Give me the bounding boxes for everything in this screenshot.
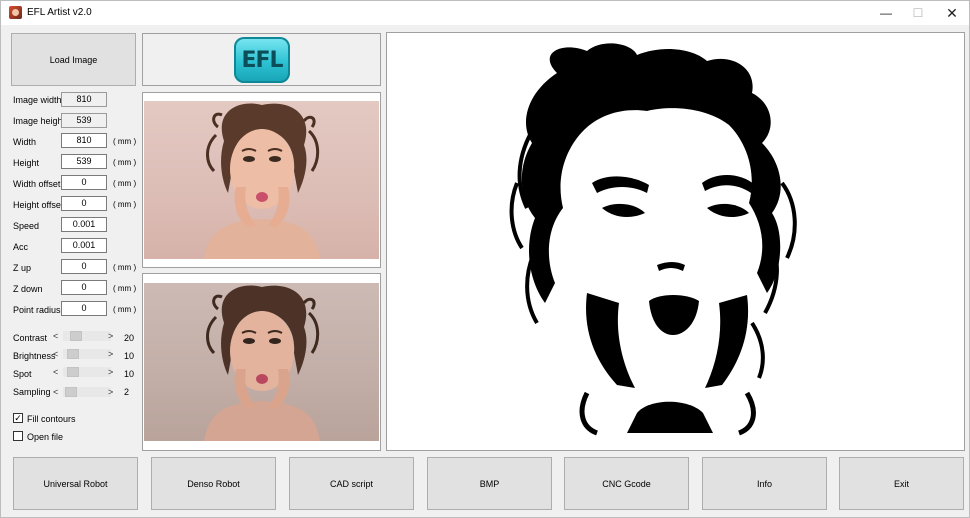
height-input[interactable]: 539	[61, 154, 107, 169]
height-offset-unit: ( mm )	[113, 200, 137, 209]
app-window: EFL Artist v2.0 — ☐ ✕ Load Image Image w…	[0, 0, 970, 518]
processed-image-panel	[142, 273, 381, 451]
height-offset-label: Height offset	[13, 200, 64, 210]
contrast-slider-thumb[interactable]	[70, 331, 82, 341]
spot-label: Spot	[13, 369, 32, 379]
spot-slider-thumb[interactable]	[67, 367, 79, 377]
speed-label: Speed	[13, 221, 40, 231]
contrast-right-arrow-icon[interactable]: >	[108, 331, 113, 341]
brightness-slider-thumb[interactable]	[67, 349, 79, 359]
spot-left-arrow-icon[interactable]: <	[53, 367, 58, 377]
sampling-left-arrow-icon[interactable]: <	[53, 387, 58, 397]
acc-input[interactable]: 0.001	[61, 238, 107, 253]
point-radius-unit: ( mm )	[113, 305, 137, 314]
open-file-label: Open file	[27, 432, 64, 442]
title-bar: EFL Artist v2.0 — ☐ ✕	[1, 1, 969, 25]
minimize-icon[interactable]: —	[869, 1, 903, 25]
contrast-value: 20	[124, 333, 135, 343]
z-up-label: Z up	[13, 263, 32, 273]
load-image-button[interactable]: Load Image	[11, 33, 136, 86]
image-height-label: Image height	[13, 116, 66, 126]
spot-right-arrow-icon[interactable]: >	[108, 367, 113, 377]
logo-panel: EFL	[142, 33, 381, 86]
width-label: Width	[13, 137, 37, 147]
acc-label: Acc	[13, 242, 29, 252]
cnc-gcode-button[interactable]: CNC Gcode	[564, 457, 689, 510]
threshold-preview-canvas	[386, 32, 965, 451]
z-down-unit: ( mm )	[113, 284, 137, 293]
height-offset-input[interactable]: 0	[61, 196, 107, 211]
width-offset-unit: ( mm )	[113, 179, 137, 188]
contrast-label: Contrast	[13, 333, 48, 343]
width-input[interactable]: 810	[61, 133, 107, 148]
speed-input[interactable]: 0.001	[61, 217, 107, 232]
z-up-unit: ( mm )	[113, 263, 137, 272]
cad-script-button[interactable]: CAD script	[289, 457, 414, 510]
close-icon[interactable]: ✕	[935, 1, 969, 25]
efl-logo: EFL	[234, 37, 290, 83]
info-button[interactable]: Info	[702, 457, 827, 510]
height-label: Height	[13, 158, 40, 168]
spot-slider[interactable]	[63, 367, 111, 377]
original-image-panel	[142, 92, 381, 268]
exit-button[interactable]: Exit	[839, 457, 964, 510]
brightness-value: 10	[124, 351, 135, 361]
sampling-slider[interactable]	[63, 387, 111, 397]
sampling-right-arrow-icon[interactable]: >	[108, 387, 113, 397]
maximize-icon[interactable]: ☐	[901, 1, 935, 25]
brightness-label: Brightness	[13, 351, 56, 361]
image-width-field: 810	[61, 92, 107, 107]
fill-contours-label: Fill contours	[27, 414, 76, 424]
app-icon	[9, 6, 22, 19]
brightness-left-arrow-icon[interactable]: <	[53, 349, 58, 359]
image-width-label: Image width	[13, 95, 62, 105]
brightness-slider[interactable]	[63, 349, 111, 359]
width-offset-label: Width offset	[13, 179, 61, 189]
image-height-field: 539	[61, 113, 107, 128]
point-radius-input[interactable]: 0	[61, 301, 107, 316]
open-file-checkbox[interactable]	[13, 431, 23, 441]
spot-value: 10	[124, 369, 135, 379]
universal-robot-button[interactable]: Universal Robot	[13, 457, 138, 510]
sampling-value: 2	[124, 387, 130, 397]
z-up-input[interactable]: 0	[61, 259, 107, 274]
width-unit: ( mm )	[113, 137, 137, 146]
brightness-right-arrow-icon[interactable]: >	[108, 349, 113, 359]
original-photo	[144, 101, 379, 259]
z-down-input[interactable]: 0	[61, 280, 107, 295]
window-title: EFL Artist v2.0	[27, 7, 92, 18]
sampling-label: Sampling	[13, 387, 51, 397]
fill-contours-checkbox[interactable]: ✓	[13, 413, 23, 423]
width-offset-input[interactable]: 0	[61, 175, 107, 190]
contrast-left-arrow-icon[interactable]: <	[53, 331, 58, 341]
height-unit: ( mm )	[113, 158, 137, 167]
sampling-slider-thumb[interactable]	[65, 387, 77, 397]
denso-robot-button[interactable]: Denso Robot	[151, 457, 276, 510]
point-radius-label: Point radius	[13, 305, 61, 315]
contrast-slider[interactable]	[63, 331, 111, 341]
processed-photo	[144, 283, 379, 441]
z-down-label: Z down	[13, 284, 43, 294]
bmp-button[interactable]: BMP	[427, 457, 552, 510]
